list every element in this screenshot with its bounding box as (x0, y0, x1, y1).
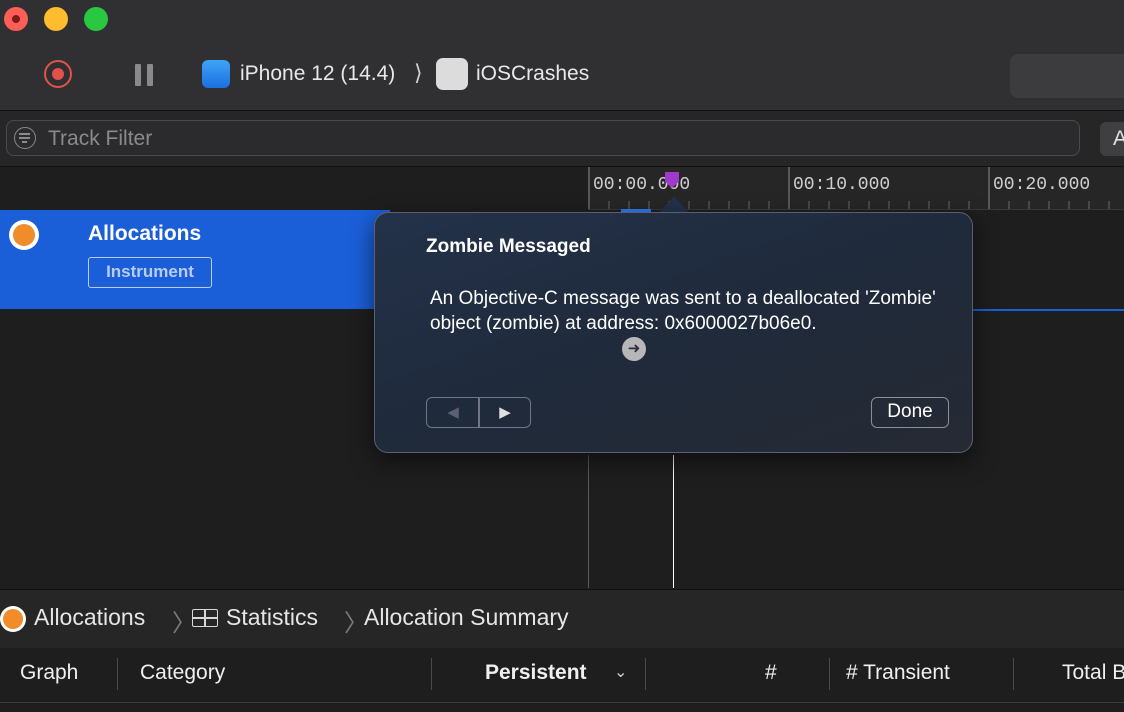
window-close-button[interactable] (4, 7, 28, 31)
column-header-persistent[interactable]: Persistent (485, 661, 587, 685)
window-minimize-button[interactable] (44, 7, 68, 31)
breadcrumb-statistics[interactable]: Statistics (226, 604, 318, 631)
previous-event-button[interactable]: ◀ (428, 399, 478, 426)
playhead-line (673, 455, 674, 588)
timeline-divider (588, 455, 589, 588)
filter-scope-label: A (1113, 127, 1124, 150)
allocations-icon (0, 606, 26, 632)
target-app[interactable]: iOSCrashes (476, 62, 589, 86)
track-title: Allocations (88, 222, 202, 245)
toolbar (0, 0, 1124, 111)
allocations-icon (9, 220, 39, 250)
filter-icon (14, 127, 36, 149)
table-icon (192, 609, 218, 627)
done-button-label: Done (887, 401, 933, 422)
popover-message: An Objective-C message was sent to a dea… (430, 288, 936, 334)
tick-label: 00:10.000 (793, 175, 891, 195)
record-button[interactable] (44, 60, 72, 88)
track-row-graph (972, 309, 1124, 311)
go-to-arrow-icon[interactable]: ➜ (622, 337, 646, 361)
app-icon (436, 58, 468, 90)
target-device[interactable]: iPhone 12 (14.4) (240, 62, 395, 86)
column-separator[interactable] (117, 658, 118, 690)
popover-title: Zombie Messaged (426, 236, 591, 257)
status-display (1010, 54, 1124, 98)
column-separator[interactable] (829, 658, 830, 690)
chevron-right-icon: ⟩ (414, 60, 423, 85)
track-filter-placeholder: Track Filter (48, 127, 153, 150)
column-separator[interactable] (431, 658, 432, 690)
tick-label: 00:20.000 (993, 175, 1091, 195)
column-header-graph[interactable]: Graph (20, 661, 78, 685)
sort-descending-icon: ⌄ (614, 664, 628, 681)
breadcrumb-allocations[interactable]: Allocations (34, 604, 145, 631)
window-zoom-button[interactable] (84, 7, 108, 31)
instrument-badge-label: Instrument (106, 262, 194, 281)
column-separator[interactable] (645, 658, 646, 690)
column-header-count[interactable]: # (765, 661, 777, 685)
next-event-button[interactable]: ▶ (480, 399, 530, 426)
column-header-category[interactable]: Category (140, 661, 225, 685)
column-header-transient[interactable]: # Transient (846, 661, 950, 685)
pause-button[interactable] (134, 64, 154, 86)
app-store-icon (202, 60, 230, 88)
breadcrumb-allocation-summary[interactable]: Allocation Summary (364, 604, 569, 631)
track-filter-field[interactable] (6, 120, 1080, 156)
column-header-total-bytes[interactable]: Total B (1062, 661, 1124, 685)
column-separator[interactable] (1013, 658, 1014, 690)
